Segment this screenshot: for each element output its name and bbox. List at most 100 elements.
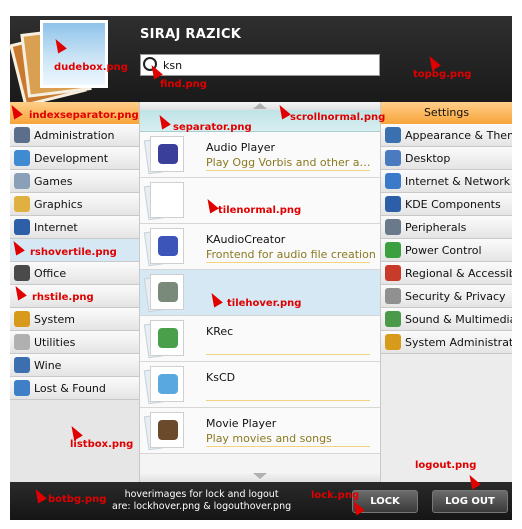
app-description: Frontend for audio file creation [206,248,376,261]
app-name: Movie Player [206,417,277,430]
hover-images-note: hoverimages for lock and logout are: loc… [112,489,291,513]
settings-header: Settings [381,102,512,124]
tile-divider [206,400,370,401]
settings-item[interactable]: Security & Privacy [381,285,512,308]
settings-label: Power Control [405,243,482,257]
scroll-down-button[interactable] [140,472,380,482]
note-line-1: hoverimages for lock and logout [124,489,279,500]
category-label: Graphics [34,197,83,211]
annotation-rhstile: rhstile.png [32,292,94,303]
annotation-tilenormal: tilenormal.png [218,205,302,216]
category-item[interactable]: Development [10,147,139,170]
annotation-separator: separator.png [173,122,252,133]
category-icon [14,380,30,396]
settings-icon [385,242,401,258]
app-tile[interactable] [140,178,380,224]
user-avatar[interactable] [40,20,108,88]
app-name: KRec [206,325,234,338]
settings-item[interactable]: Peripherals [381,216,512,239]
settings-icon [385,173,401,189]
category-icon [14,196,30,212]
category-item[interactable]: Administration [10,124,139,147]
app-tile[interactable] [140,270,380,316]
settings-item[interactable]: Power Control [381,239,512,262]
category-item[interactable]: System [10,308,139,331]
annotation-rshovertile: rshovertile.png [30,247,117,258]
app-list: Audio Player Play Ogg Vorbis and other au… [140,102,380,482]
settings-item[interactable]: Regional & Accessibil. [381,262,512,285]
category-label: System [34,312,76,326]
settings-item[interactable]: Appearance & Them. [381,124,512,147]
category-item[interactable]: Internet [10,216,139,239]
annotation-topbg: topbg.png [413,69,472,80]
category-label: Development [34,151,109,165]
annotation-tilehover: tilehover.png [227,298,302,309]
tile-divider [206,262,370,263]
tile-divider [206,354,370,355]
tile-divider [206,446,370,447]
settings-icon [385,334,401,350]
arrow-up-icon [253,103,267,109]
annotation-scrollnormal: scrollnormal.png [290,112,386,123]
settings-item[interactable]: System Administratio. [381,331,512,354]
category-icon [14,265,30,281]
cd-player-icon [143,365,184,405]
settings-icon [385,311,401,327]
settings-icon [385,265,401,281]
app-tile[interactable]: KsCD [140,362,380,408]
settings-panel: Settings Appearance & Them. Desktop Intern… [380,102,512,482]
category-label: Utilities [34,335,76,349]
annotation-indexseparator: indexseparator.png [29,110,139,121]
category-icon [14,173,30,189]
mms-icon [143,135,184,175]
category-item[interactable]: Utilities [10,331,139,354]
category-item[interactable]: Lost & Found [10,377,139,400]
app-tile[interactable]: KAudioCreator Frontend for audio file cre… [140,224,380,270]
arrow-down-icon [253,473,267,479]
category-item[interactable]: Wine [10,354,139,377]
annotation-botbg: botbg.png [48,494,107,505]
category-icon [14,127,30,143]
film-icon [143,411,184,451]
settings-item[interactable]: Desktop [381,147,512,170]
search-box[interactable] [140,54,380,76]
settings-item[interactable]: KDE Components [381,193,512,216]
annotation-logout: logout.png [415,460,477,471]
microphone-icon [143,319,184,359]
settings-label: Desktop [405,151,451,165]
settings-label: Regional & Accessibil. [405,266,512,280]
note-line-2: are: lockhover.png & logouthover.png [112,501,292,512]
app-tile[interactable]: KRec [140,316,380,362]
settings-label: Appearance & Them. [405,128,512,142]
search-input[interactable] [163,57,373,73]
scroll-up-button[interactable] [140,102,380,110]
settings-icon [385,127,401,143]
category-label: Office [34,266,67,280]
settings-label: System Administratio. [405,335,512,349]
app-name: KAudioCreator [206,233,286,246]
category-icon [14,311,30,327]
category-icon [14,357,30,373]
annotation-dudebox: dudebox.png [54,62,128,73]
user-name: SIRAJ RAZICK [140,27,242,42]
category-item[interactable]: Games [10,170,139,193]
logout-button[interactable]: LOG OUT [432,490,508,513]
category-item[interactable]: Graphics [10,193,139,216]
settings-label: Peripherals [405,220,467,234]
category-label: Administration [34,128,115,142]
settings-item[interactable]: Sound & Multimedia [381,308,512,331]
blank-tile [143,181,184,221]
app-tile[interactable]: Movie Player Play movies and songs [140,408,380,454]
app-tile[interactable]: Audio Player Play Ogg Vorbis and other au… [140,132,380,178]
app-description: Play Ogg Vorbis and other audio f... [206,156,376,169]
category-label: Internet [34,220,78,234]
app-description: Play movies and songs [206,432,332,445]
category-label: Lost & Found [34,381,106,395]
settings-item[interactable]: Internet & Network [381,170,512,193]
settings-icon [385,196,401,212]
category-item[interactable]: Office [10,262,139,285]
settings-label: Internet & Network [405,174,511,188]
settings-label: KDE Components [405,197,501,211]
category-label: Games [34,174,73,188]
app-name: Audio Player [206,141,275,154]
